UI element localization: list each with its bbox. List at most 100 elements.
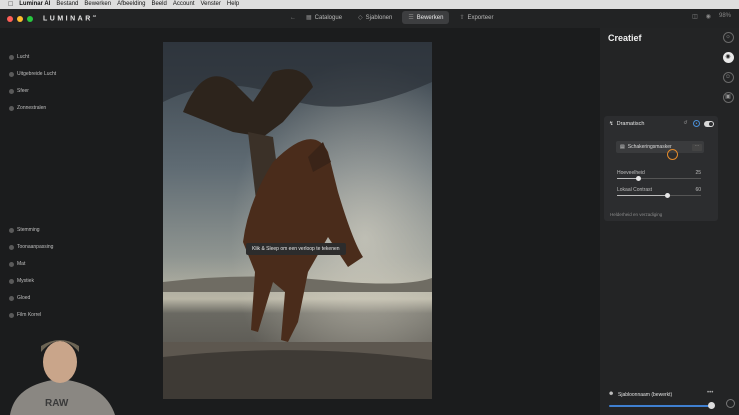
menu-item-venster[interactable]: Venster — [201, 0, 221, 9]
compare-icon[interactable]: ◫ — [692, 13, 698, 20]
tool-toonaanpassing[interactable]: Toonaanpassing — [9, 243, 53, 251]
person-icon: ☻ — [608, 391, 615, 397]
slider-hoeveelheid-label: Hoeveelheid — [617, 170, 645, 176]
sky-plus-icon — [9, 71, 14, 77]
tab-sjablonen[interactable]: ◇ Sjablonen — [352, 11, 398, 24]
menu-item-beeld[interactable]: Beeld — [151, 0, 166, 9]
slider-hoeveelheid-knob[interactable] — [635, 176, 641, 181]
app-toolbar: LUMINARAI ← ▦ Catalogue ◇ Sjablonen ☰ Be… — [0, 9, 739, 28]
main-nav: ← ▦ Catalogue ◇ Sjablonen ☰ Bewerken ⇧ E… — [290, 11, 499, 24]
tool-lucht-label: Lucht — [17, 54, 30, 60]
tab-catalogue[interactable]: ▦ Catalogue — [300, 11, 348, 24]
tool-mat-label: Mat — [17, 261, 26, 267]
gradient-mask-icon: ▤ — [620, 144, 625, 150]
tool-mat[interactable]: Mat — [9, 260, 25, 268]
pro-icon[interactable]: ▣ — [722, 92, 734, 103]
panel-title: Creatief — [608, 33, 642, 43]
zoom-window-button[interactable] — [27, 15, 33, 22]
mask-type-label: Schakeringsmasker — [627, 144, 672, 150]
slider-lokaal-contrast-label: Lokaal Contrast — [617, 187, 653, 193]
atmosphere-icon — [9, 88, 14, 94]
tool-uitgebreide-lucht-label: Uitgebreide Lucht — [17, 71, 57, 77]
menu-item-help[interactable]: Help — [227, 0, 239, 9]
toolbar-right: ◫ ◉ 98% — [692, 13, 731, 20]
tool-stemming[interactable]: Stemming — [9, 226, 40, 234]
slider-lokaal-contrast-knob[interactable] — [664, 193, 670, 198]
sky-icon — [9, 54, 14, 60]
visibility-toggle[interactable] — [704, 120, 714, 127]
mood-icon — [9, 227, 14, 233]
window-controls — [7, 15, 33, 22]
mouse-cursor-ring — [667, 149, 678, 160]
svg-text:RAW: RAW — [45, 398, 69, 409]
essentials-icon[interactable]: ☼ — [722, 32, 734, 43]
tab-exporteer[interactable]: ⇧ Exporteer — [453, 11, 499, 24]
glow-icon — [9, 295, 14, 301]
sliders-icon: ☰ — [408, 15, 414, 21]
presenter-image: RAW — [0, 334, 135, 415]
sunrays-icon — [9, 105, 14, 111]
menu-item-account[interactable]: Account — [173, 0, 195, 9]
dramatisch-controls: ↺ • — [682, 120, 714, 127]
portrait-icon[interactable]: ☺ — [722, 72, 734, 83]
menu-item-afbeelding[interactable]: Afbeelding — [117, 0, 145, 9]
template-bar: ☻ Sjabloonnaam (bewerkt) ••• — [600, 385, 739, 415]
template-name[interactable]: Sjabloonnaam (bewerkt) — [618, 392, 672, 398]
slider-hoeveelheid-value: 25 — [695, 170, 701, 176]
edited-photo[interactable] — [163, 42, 432, 399]
grid-icon: ▦ — [306, 15, 312, 21]
slider-hoeveelheid[interactable] — [617, 176, 701, 181]
tool-film-korrel-label: Film Korrel — [17, 312, 42, 318]
back-icon[interactable]: ← — [290, 15, 296, 21]
menu-app-name[interactable]: Luminar AI — [19, 0, 50, 9]
apple-icon[interactable]:  — [8, 0, 13, 9]
logo-sup: AI — [92, 14, 96, 19]
mask-brush-icon[interactable]: • — [693, 120, 700, 127]
template-amount-knob[interactable] — [708, 402, 715, 409]
zoom-level[interactable]: 98% — [719, 13, 731, 20]
lightning-icon: ↯ — [609, 121, 614, 127]
reset-icon[interactable]: ↺ — [682, 120, 689, 127]
logo-text: LUMINAR — [43, 15, 93, 23]
tool-mystiek-label: Mystiek — [17, 278, 34, 284]
mask-type-select[interactable]: ▤ Schakeringsmasker ⇕ — [616, 141, 704, 153]
tool-uitgebreide-lucht[interactable]: Uitgebreide Lucht — [9, 70, 56, 78]
template-amount-slider[interactable] — [609, 405, 712, 407]
creative-palette-icon[interactable]: ◉ — [722, 52, 734, 63]
history-icon[interactable] — [726, 399, 735, 408]
tab-bewerken[interactable]: ☰ Bewerken — [402, 11, 450, 24]
tool-sfeer[interactable]: Sfeer — [9, 87, 29, 95]
side-tool-icons: ☼ ◉ ☺ ▣ — [721, 32, 735, 112]
slider-lokaal-contrast[interactable] — [617, 193, 701, 198]
tool-dramatisch-expanded: ↯ Dramatisch ↺ • — [604, 116, 718, 221]
slider-hoeveelheid-fill — [617, 178, 638, 179]
tool-gloed[interactable]: Gloed — [9, 294, 30, 302]
tab-sjablonen-label: Sjablonen — [365, 14, 393, 21]
gradient-tooltip: Klik & Sleep om een verloop te tekenen — [246, 243, 346, 255]
template-name-label: Sjabloonnaam (bewerkt) — [618, 392, 673, 398]
app-logo: LUMINARAI — [43, 14, 96, 22]
template-more-button[interactable]: ••• — [707, 390, 713, 396]
slider-lokaal-contrast-fill — [617, 195, 668, 196]
film-grain-icon — [9, 312, 14, 318]
close-window-button[interactable] — [7, 15, 13, 22]
dramatisch-subsection[interactable]: Helderheid en verzadiging — [610, 212, 662, 217]
tool-zonnestralen[interactable]: Zonnestralen — [9, 104, 46, 112]
photo-image — [163, 42, 432, 399]
tool-film-korrel[interactable]: Film Korrel — [9, 311, 41, 319]
minimize-window-button[interactable] — [17, 15, 23, 22]
image-canvas[interactable]: Klik & Sleep om een verloop te tekenen R… — [0, 28, 600, 415]
tool-zonnestralen-label: Zonnestralen — [17, 105, 47, 111]
webcam-overlay: RAW — [0, 334, 135, 415]
menu-item-bestand[interactable]: Bestand — [56, 0, 78, 9]
export-icon: ⇧ — [459, 15, 465, 21]
eye-icon[interactable]: ◉ — [706, 13, 711, 20]
mask-more-button[interactable]: ⋯ — [692, 144, 702, 151]
tool-lucht[interactable]: Lucht — [9, 53, 29, 61]
menu-item-bewerken[interactable]: Bewerken — [84, 0, 111, 9]
dramatisch-header[interactable]: ↯ Dramatisch — [609, 121, 644, 127]
templates-icon: ◇ — [358, 15, 363, 21]
tool-mystiek[interactable]: Mystiek — [9, 277, 34, 285]
slider-lokaal-contrast-value: 60 — [695, 187, 701, 193]
tool-sfeer-label: Sfeer — [17, 88, 29, 94]
